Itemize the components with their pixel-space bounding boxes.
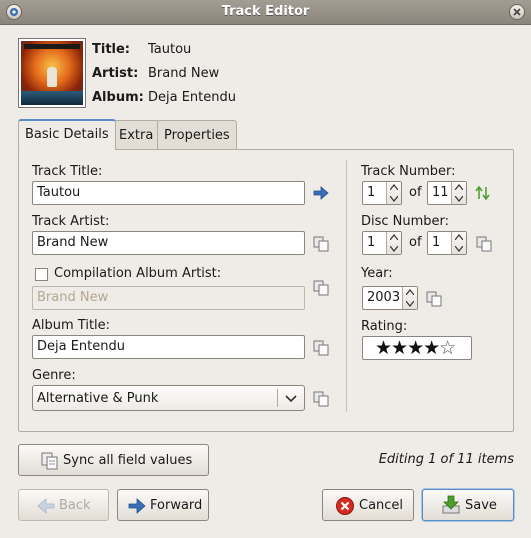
track-number-spinner[interactable]: 1 [362, 181, 402, 205]
arrow-right-icon [128, 498, 146, 514]
compilation-artist-input[interactable]: Brand New [32, 286, 305, 310]
disc-number-spinner[interactable]: 1 [362, 231, 402, 255]
forward-button[interactable]: Forward [117, 489, 209, 521]
spin-down-icon[interactable] [390, 196, 398, 202]
chevron-down-icon [285, 395, 297, 403]
disc-number-label: Disc Number: [361, 214, 450, 229]
arrow-right-icon[interactable] [313, 185, 329, 201]
disc-count-value: 1 [432, 235, 441, 250]
spin-down-icon[interactable] [455, 246, 463, 252]
track-count-value: 11 [432, 185, 449, 200]
rating-label: Rating: [361, 319, 408, 334]
year-label: Year: [361, 266, 393, 281]
back-button[interactable]: Back [18, 489, 109, 521]
header-album-label: Album: [92, 90, 144, 105]
spin-up-icon[interactable] [455, 184, 463, 190]
save-button[interactable]: Save [422, 489, 514, 521]
tab-properties[interactable]: Properties [157, 120, 237, 149]
cancel-button[interactable]: Cancel [322, 489, 414, 521]
track-of-label: of [409, 185, 422, 200]
close-icon[interactable] [509, 4, 525, 20]
tab-basic-details-label: Basic Details [25, 127, 109, 142]
disc-count-spinner[interactable]: 1 [427, 231, 467, 255]
tab-extra[interactable]: Extra [112, 120, 161, 149]
album-title-input[interactable]: Deja Entendu [32, 335, 305, 359]
compilation-label: Compilation Album Artist: [54, 266, 222, 281]
spin-up-icon[interactable] [390, 184, 398, 190]
tab-properties-label: Properties [164, 128, 230, 143]
track-number-value: 1 [367, 185, 376, 200]
album-title-label: Album Title: [32, 318, 111, 333]
header-title-label: Title: [92, 42, 131, 57]
sync-icon [41, 452, 58, 470]
track-count-spinner[interactable]: 11 [427, 181, 467, 205]
header-album-row: Album: Deja Entendu [92, 90, 236, 105]
copy-icon[interactable] [476, 236, 492, 252]
copy-icon[interactable] [313, 280, 329, 296]
save-icon [442, 495, 460, 514]
compilation-checkbox[interactable] [35, 268, 48, 281]
tab-basic-details[interactable]: Basic Details [18, 119, 116, 150]
genre-combo[interactable]: Alternative & Punk [32, 385, 305, 411]
tab-extra-label: Extra [119, 128, 154, 143]
disc-number-value: 1 [367, 235, 376, 250]
forward-label: Forward [150, 498, 203, 513]
window-titlebar: Track Editor [0, 0, 531, 25]
spin-down-icon[interactable] [455, 196, 463, 202]
genre-label: Genre: [32, 368, 76, 383]
sync-all-button[interactable]: Sync all field values [18, 444, 209, 476]
spin-down-icon[interactable] [390, 246, 398, 252]
spin-up-icon[interactable] [455, 234, 463, 240]
year-spinner[interactable]: 2003 [362, 286, 418, 310]
year-value: 2003 [367, 290, 401, 305]
cancel-icon [336, 497, 354, 515]
rating-stars-filled: ★★★★ [375, 337, 440, 359]
disc-of-label: of [409, 235, 422, 250]
rating-stars: ★★★★☆ [375, 337, 456, 359]
auto-number-icon[interactable] [475, 185, 491, 201]
header-title-row: Title: Tautou [92, 42, 191, 57]
column-divider [346, 160, 347, 412]
copy-icon[interactable] [313, 391, 329, 407]
header-artist-label: Artist: [92, 66, 139, 81]
track-title-input[interactable]: Tautou [32, 181, 305, 205]
spin-up-icon[interactable] [390, 234, 398, 240]
header-artist-value: Brand New [148, 66, 220, 81]
track-artist-label: Track Artist: [32, 214, 110, 229]
back-label: Back [59, 498, 91, 513]
editing-status: Editing 1 of 11 items [378, 452, 514, 467]
header-title-value: Tautou [148, 42, 192, 57]
window-title: Track Editor [221, 4, 310, 19]
track-artist-input[interactable]: Brand New [32, 231, 305, 255]
rating-stars-empty: ☆ [439, 337, 456, 359]
save-label: Save [465, 498, 497, 513]
rating-widget[interactable]: ★★★★☆ [362, 336, 472, 360]
header-artist-row: Artist: Brand New [92, 66, 219, 81]
track-title-label: Track Title: [32, 164, 103, 179]
header-album-value: Deja Entendu [148, 90, 236, 105]
arrow-left-icon [37, 498, 55, 514]
copy-icon[interactable] [313, 236, 329, 252]
genre-value: Alternative & Punk [37, 391, 159, 406]
album-cover [18, 38, 86, 108]
copy-icon[interactable] [426, 291, 442, 307]
spin-down-icon[interactable] [406, 301, 414, 307]
cancel-label: Cancel [359, 498, 404, 513]
track-number-label: Track Number: [361, 164, 456, 179]
copy-icon[interactable] [313, 340, 329, 356]
spin-up-icon[interactable] [406, 289, 414, 295]
sync-all-label: Sync all field values [63, 453, 193, 468]
